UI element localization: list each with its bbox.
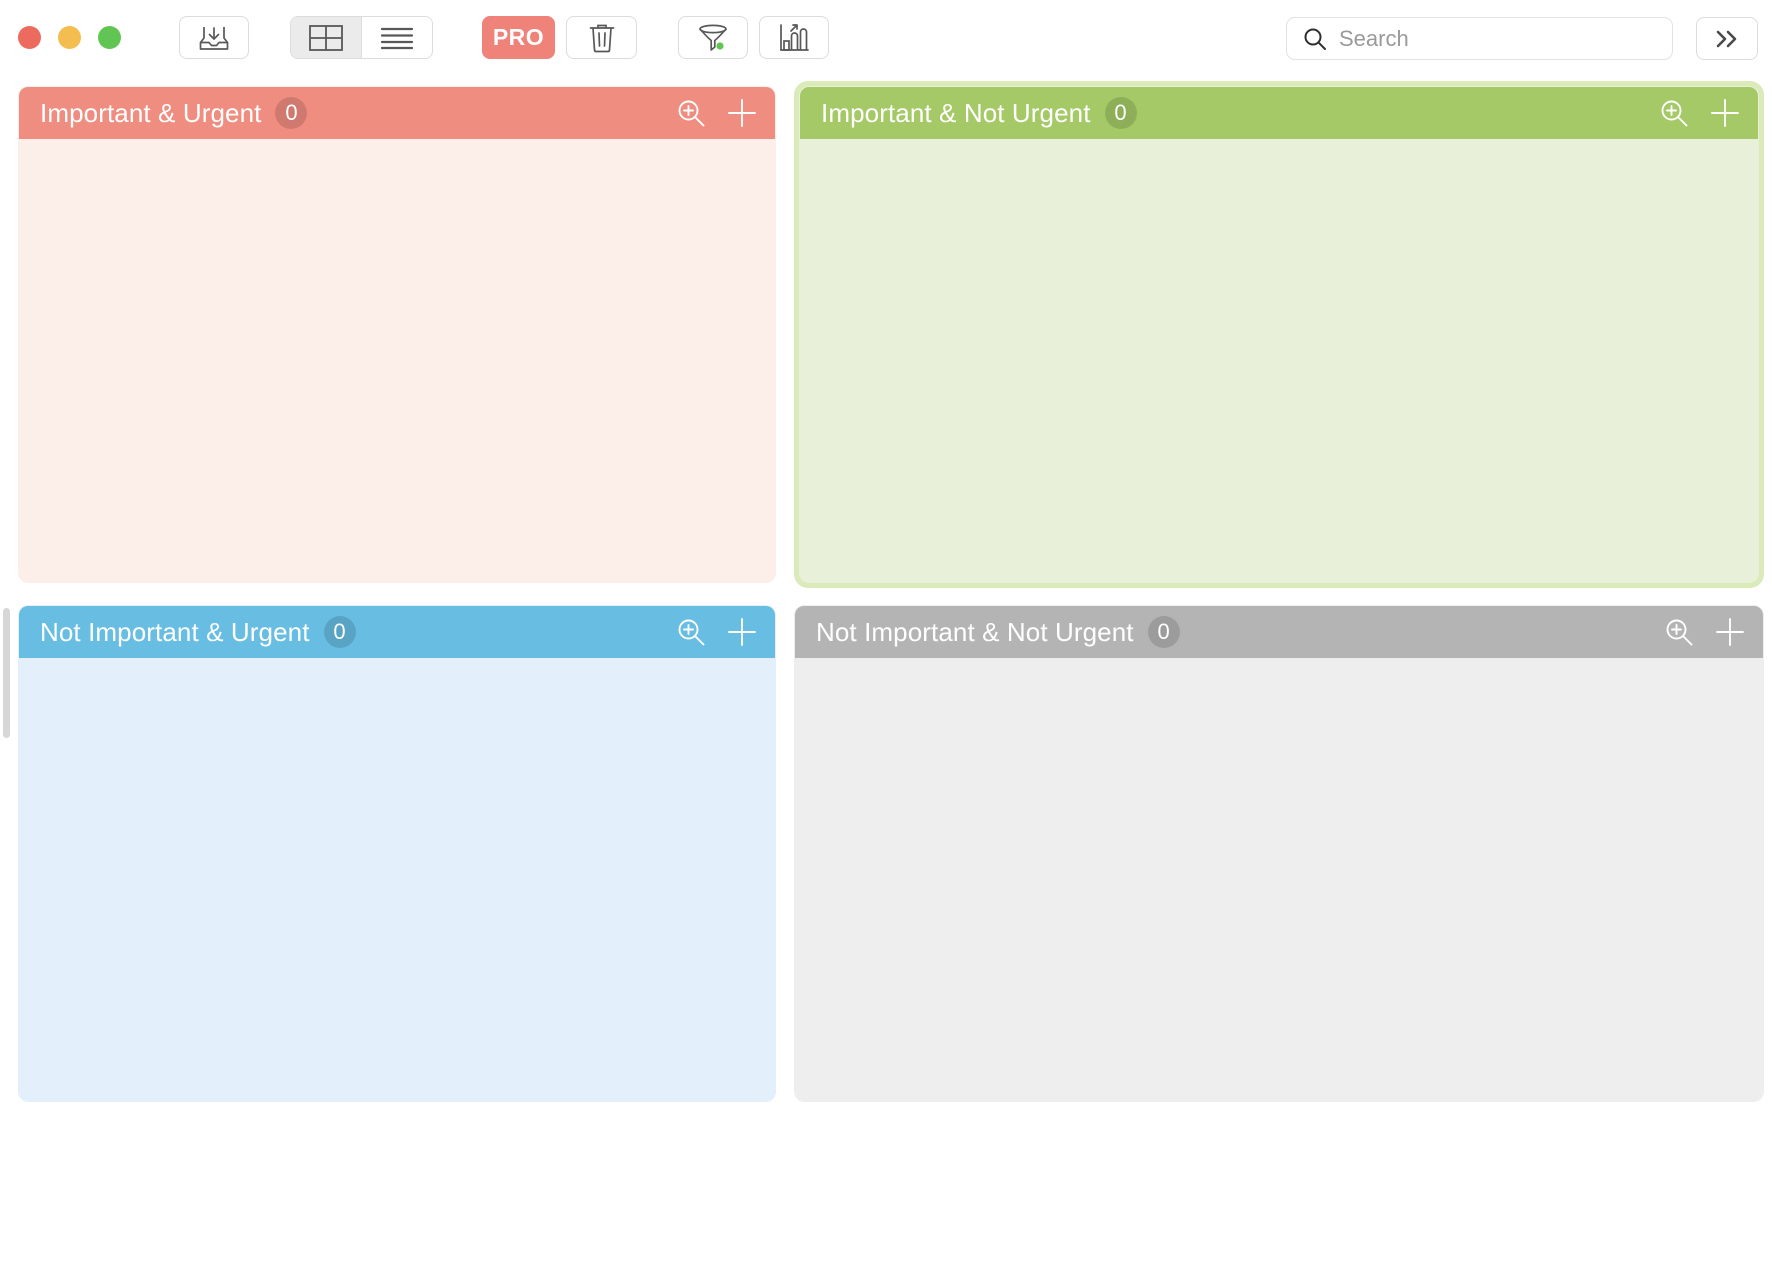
quadrant-task-list[interactable] [19, 658, 775, 1101]
list-view-button[interactable] [362, 17, 432, 58]
toolbar-overflow-button[interactable] [1696, 17, 1758, 60]
quadrant-task-list[interactable] [800, 139, 1758, 582]
quadrant-actions [676, 97, 758, 129]
quadrant-inner: Not Important & Not Urgent 0 [794, 605, 1764, 1102]
zoom-in-icon[interactable] [1659, 98, 1689, 128]
list-view-icon [380, 26, 414, 50]
eisenhower-matrix: Important & Urgent 0 Important & Not Urg… [0, 81, 1772, 1268]
quadrant-task-list[interactable] [19, 139, 775, 582]
toolbar: PRO [0, 0, 1772, 75]
search-icon [1303, 27, 1327, 51]
quadrant-header: Not Important & Urgent 0 [19, 606, 775, 658]
quadrant-inner: Not Important & Urgent 0 [18, 605, 776, 1102]
quadrant-not-important-not-urgent[interactable]: Not Important & Not Urgent 0 [794, 605, 1764, 1102]
chevron-double-right-icon [1714, 28, 1740, 50]
add-task-icon[interactable] [1714, 616, 1746, 648]
zoom-in-icon[interactable] [676, 617, 706, 647]
quadrant-title: Important & Urgent [40, 97, 262, 128]
grid-view-button[interactable] [291, 17, 361, 58]
inbox-button[interactable] [179, 16, 249, 59]
search-field[interactable] [1286, 17, 1673, 60]
maximize-window-button[interactable] [98, 26, 121, 49]
quadrant-inner: Important & Not Urgent 0 [799, 86, 1759, 583]
pro-button[interactable]: PRO [482, 16, 555, 59]
quadrant-actions [676, 616, 758, 648]
quadrant-inner: Important & Urgent 0 [18, 86, 776, 583]
quadrant-not-important-urgent[interactable]: Not Important & Urgent 0 [18, 605, 776, 1102]
quadrant-actions [1659, 97, 1741, 129]
quadrant-important-urgent[interactable]: Important & Urgent 0 [18, 86, 776, 583]
window-controls [18, 26, 121, 49]
quadrant-count-badge: 0 [275, 97, 308, 129]
add-task-icon[interactable] [726, 616, 758, 648]
chart-button[interactable] [759, 16, 829, 59]
quadrant-count-badge: 0 [1147, 616, 1180, 648]
quadrant-actions [1664, 616, 1746, 648]
grid-view-icon [309, 24, 343, 51]
quadrant-count-badge: 0 [323, 616, 356, 648]
pro-label: PRO [492, 24, 545, 50]
view-mode-segmented-control[interactable] [290, 16, 433, 59]
filter-icon [697, 23, 729, 53]
filter-button[interactable] [678, 16, 748, 59]
add-task-icon[interactable] [1709, 97, 1741, 129]
close-window-button[interactable] [18, 26, 41, 49]
trash-icon [589, 23, 615, 53]
zoom-in-icon[interactable] [1664, 617, 1694, 647]
chart-icon [779, 23, 809, 53]
trash-button[interactable] [566, 16, 637, 59]
quadrant-title: Not Important & Urgent [40, 616, 310, 647]
add-task-icon[interactable] [726, 97, 758, 129]
quadrant-important-not-urgent[interactable]: Important & Not Urgent 0 [794, 81, 1764, 588]
quadrant-count-badge: 0 [1104, 97, 1137, 129]
quadrant-header: Important & Not Urgent 0 [800, 87, 1758, 139]
quadrant-header: Not Important & Not Urgent 0 [795, 606, 1763, 658]
minimize-window-button[interactable] [58, 26, 81, 49]
quadrant-header: Important & Urgent 0 [19, 87, 775, 139]
quadrant-title: Important & Not Urgent [821, 97, 1091, 128]
quadrant-task-list[interactable] [795, 658, 1763, 1101]
quadrant-title: Not Important & Not Urgent [816, 616, 1134, 647]
zoom-in-icon[interactable] [676, 98, 706, 128]
inbox-icon [199, 24, 229, 52]
search-input[interactable] [1339, 25, 1639, 52]
